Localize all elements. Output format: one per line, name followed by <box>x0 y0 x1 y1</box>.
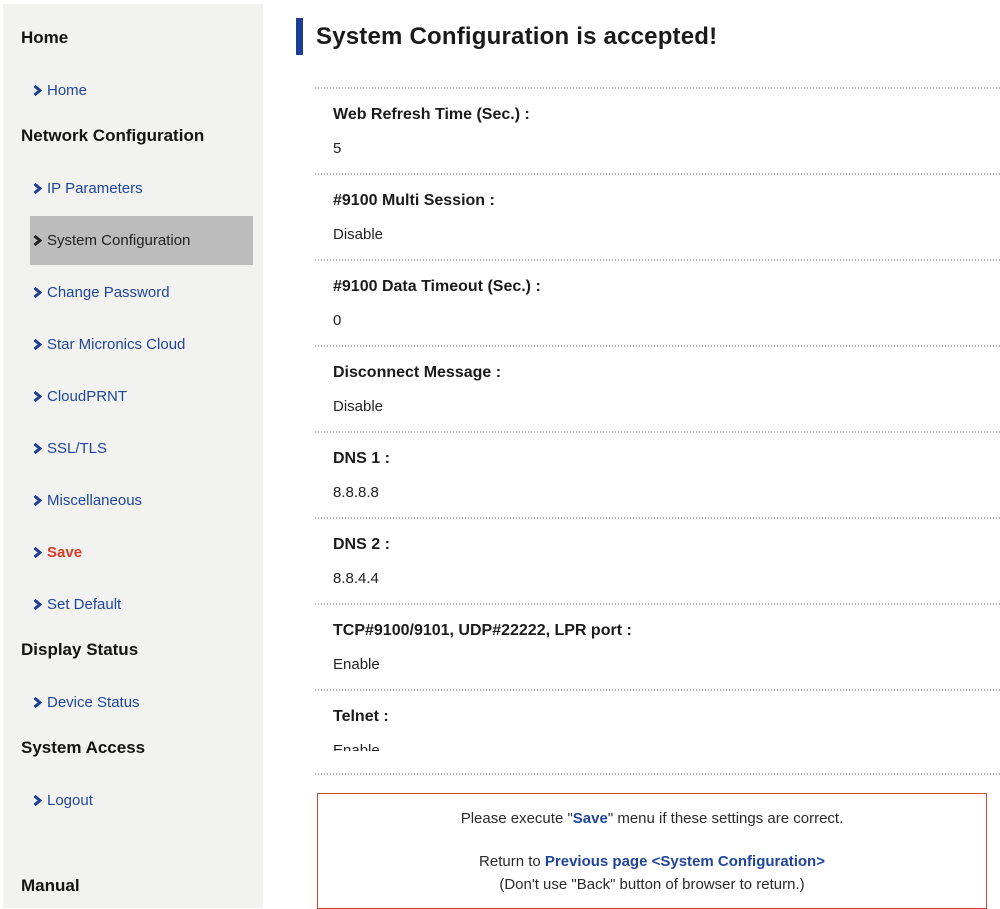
setting-row-9100-multi-session: #9100 Multi Session : Disable <box>315 175 1000 261</box>
setting-label: Disconnect Message : <box>333 363 1000 383</box>
save-link[interactable]: Save <box>573 810 608 827</box>
sidebar-header-network-configuration: Network Configuration <box>21 125 263 147</box>
setting-label: Web Refresh Time (Sec.) : <box>333 105 1000 125</box>
setting-value: 8.8.8.8 <box>333 483 1000 503</box>
notice-box: Please execute "Save" menu if these sett… <box>317 793 987 909</box>
sidebar-item-save[interactable]: Save <box>30 542 253 563</box>
chevron-right-icon <box>33 391 42 402</box>
sidebar-item-device-status[interactable]: Device Status <box>30 692 253 713</box>
setting-value: Enable <box>333 741 1000 751</box>
setting-label: Telnet : <box>333 707 1000 727</box>
sidebar-item-ip-parameters[interactable]: IP Parameters <box>30 178 253 199</box>
setting-label: #9100 Multi Session : <box>333 191 1000 211</box>
setting-value: Enable <box>333 655 1000 675</box>
sidebar-item-home[interactable]: Home <box>30 80 253 101</box>
setting-value: 0 <box>333 311 1000 331</box>
sidebar-item-system-configuration[interactable]: System Configuration <box>30 216 253 265</box>
sidebar: Home Home Network Configuration IP Param… <box>3 4 263 908</box>
sidebar-item-label: Save <box>47 542 82 563</box>
setting-label: DNS 2 : <box>333 535 1000 555</box>
title-accent-bar <box>296 18 303 55</box>
sidebar-item-label: Home <box>47 80 87 101</box>
settings-list: Web Refresh Time (Sec.) : 5 #9100 Multi … <box>315 89 1000 751</box>
chevron-right-icon <box>33 235 42 246</box>
setting-value: 5 <box>333 139 1000 159</box>
sidebar-item-change-password[interactable]: Change Password <box>30 282 253 303</box>
chevron-right-icon <box>33 183 42 194</box>
divider <box>315 773 1000 775</box>
notice-text: Please execute " <box>461 810 573 827</box>
chevron-right-icon <box>33 795 42 806</box>
setting-row-disconnect-message: Disconnect Message : Disable <box>315 347 1000 433</box>
sidebar-header-display-status: Display Status <box>21 639 263 661</box>
setting-value: 8.8.4.4 <box>333 569 1000 589</box>
chevron-right-icon <box>33 85 42 96</box>
chevron-right-icon <box>33 287 42 298</box>
notice-text: Return to <box>479 853 545 870</box>
sidebar-item-set-default[interactable]: Set Default <box>30 594 253 615</box>
chevron-right-icon <box>33 547 42 558</box>
setting-row-web-refresh-time: Web Refresh Time (Sec.) : 5 <box>315 89 1000 175</box>
sidebar-item-cloudprnt[interactable]: CloudPRNT <box>30 386 253 407</box>
page-title-text: System Configuration is accepted! <box>316 18 717 55</box>
sidebar-item-label: System Configuration <box>47 230 190 251</box>
sidebar-item-label: Logout <box>47 790 93 811</box>
setting-value: Disable <box>333 397 1000 417</box>
sidebar-item-logout[interactable]: Logout <box>30 790 253 811</box>
previous-page-link[interactable]: Previous page <System Configuration> <box>545 853 825 870</box>
setting-label: #9100 Data Timeout (Sec.) : <box>333 277 1000 297</box>
setting-label: DNS 1 : <box>333 449 1000 469</box>
settings-section: Web Refresh Time (Sec.) : 5 #9100 Multi … <box>315 87 1000 909</box>
sidebar-item-label: Device Status <box>47 692 140 713</box>
sidebar-item-label: Change Password <box>47 282 170 303</box>
page-title: System Configuration is accepted! <box>296 18 1000 55</box>
notice-line-return: Return to Previous page <System Configur… <box>328 850 976 873</box>
setting-value: Disable <box>333 225 1000 245</box>
notice-line-save: Please execute "Save" menu if these sett… <box>328 807 976 830</box>
chevron-right-icon <box>33 495 42 506</box>
sidebar-item-label: Miscellaneous <box>47 490 142 511</box>
sidebar-item-label: Star Micronics Cloud <box>47 334 185 355</box>
sidebar-header-manual: Manual <box>21 875 263 897</box>
sidebar-item-label: IP Parameters <box>47 178 143 199</box>
setting-row-dns-1: DNS 1 : 8.8.8.8 <box>315 433 1000 519</box>
main-content: System Configuration is accepted! Web Re… <box>296 0 1000 908</box>
notice-text: " menu if these settings are correct. <box>608 810 843 827</box>
chevron-right-icon <box>33 339 42 350</box>
chevron-right-icon <box>33 599 42 610</box>
setting-row-tcp-udp-lpr-port: TCP#9100/9101, UDP#22222, LPR port : Ena… <box>315 605 1000 691</box>
setting-row-dns-2: DNS 2 : 8.8.4.4 <box>315 519 1000 605</box>
chevron-right-icon <box>33 697 42 708</box>
notice-line-back-warning: (Don't use "Back" button of browser to r… <box>328 873 976 896</box>
setting-row-telnet: Telnet : Enable <box>315 691 1000 751</box>
sidebar-item-miscellaneous[interactable]: Miscellaneous <box>30 490 253 511</box>
sidebar-item-label: CloudPRNT <box>47 386 127 407</box>
setting-label: TCP#9100/9101, UDP#22222, LPR port : <box>333 621 1000 641</box>
sidebar-item-ssl-tls[interactable]: SSL/TLS <box>30 438 253 459</box>
sidebar-header-system-access: System Access <box>21 737 263 759</box>
sidebar-header-home: Home <box>21 27 263 49</box>
setting-row-9100-data-timeout: #9100 Data Timeout (Sec.) : 0 <box>315 261 1000 347</box>
sidebar-item-label: SSL/TLS <box>47 438 107 459</box>
sidebar-item-star-micronics-cloud[interactable]: Star Micronics Cloud <box>30 334 253 355</box>
sidebar-item-label: Set Default <box>47 594 121 615</box>
chevron-right-icon <box>33 443 42 454</box>
